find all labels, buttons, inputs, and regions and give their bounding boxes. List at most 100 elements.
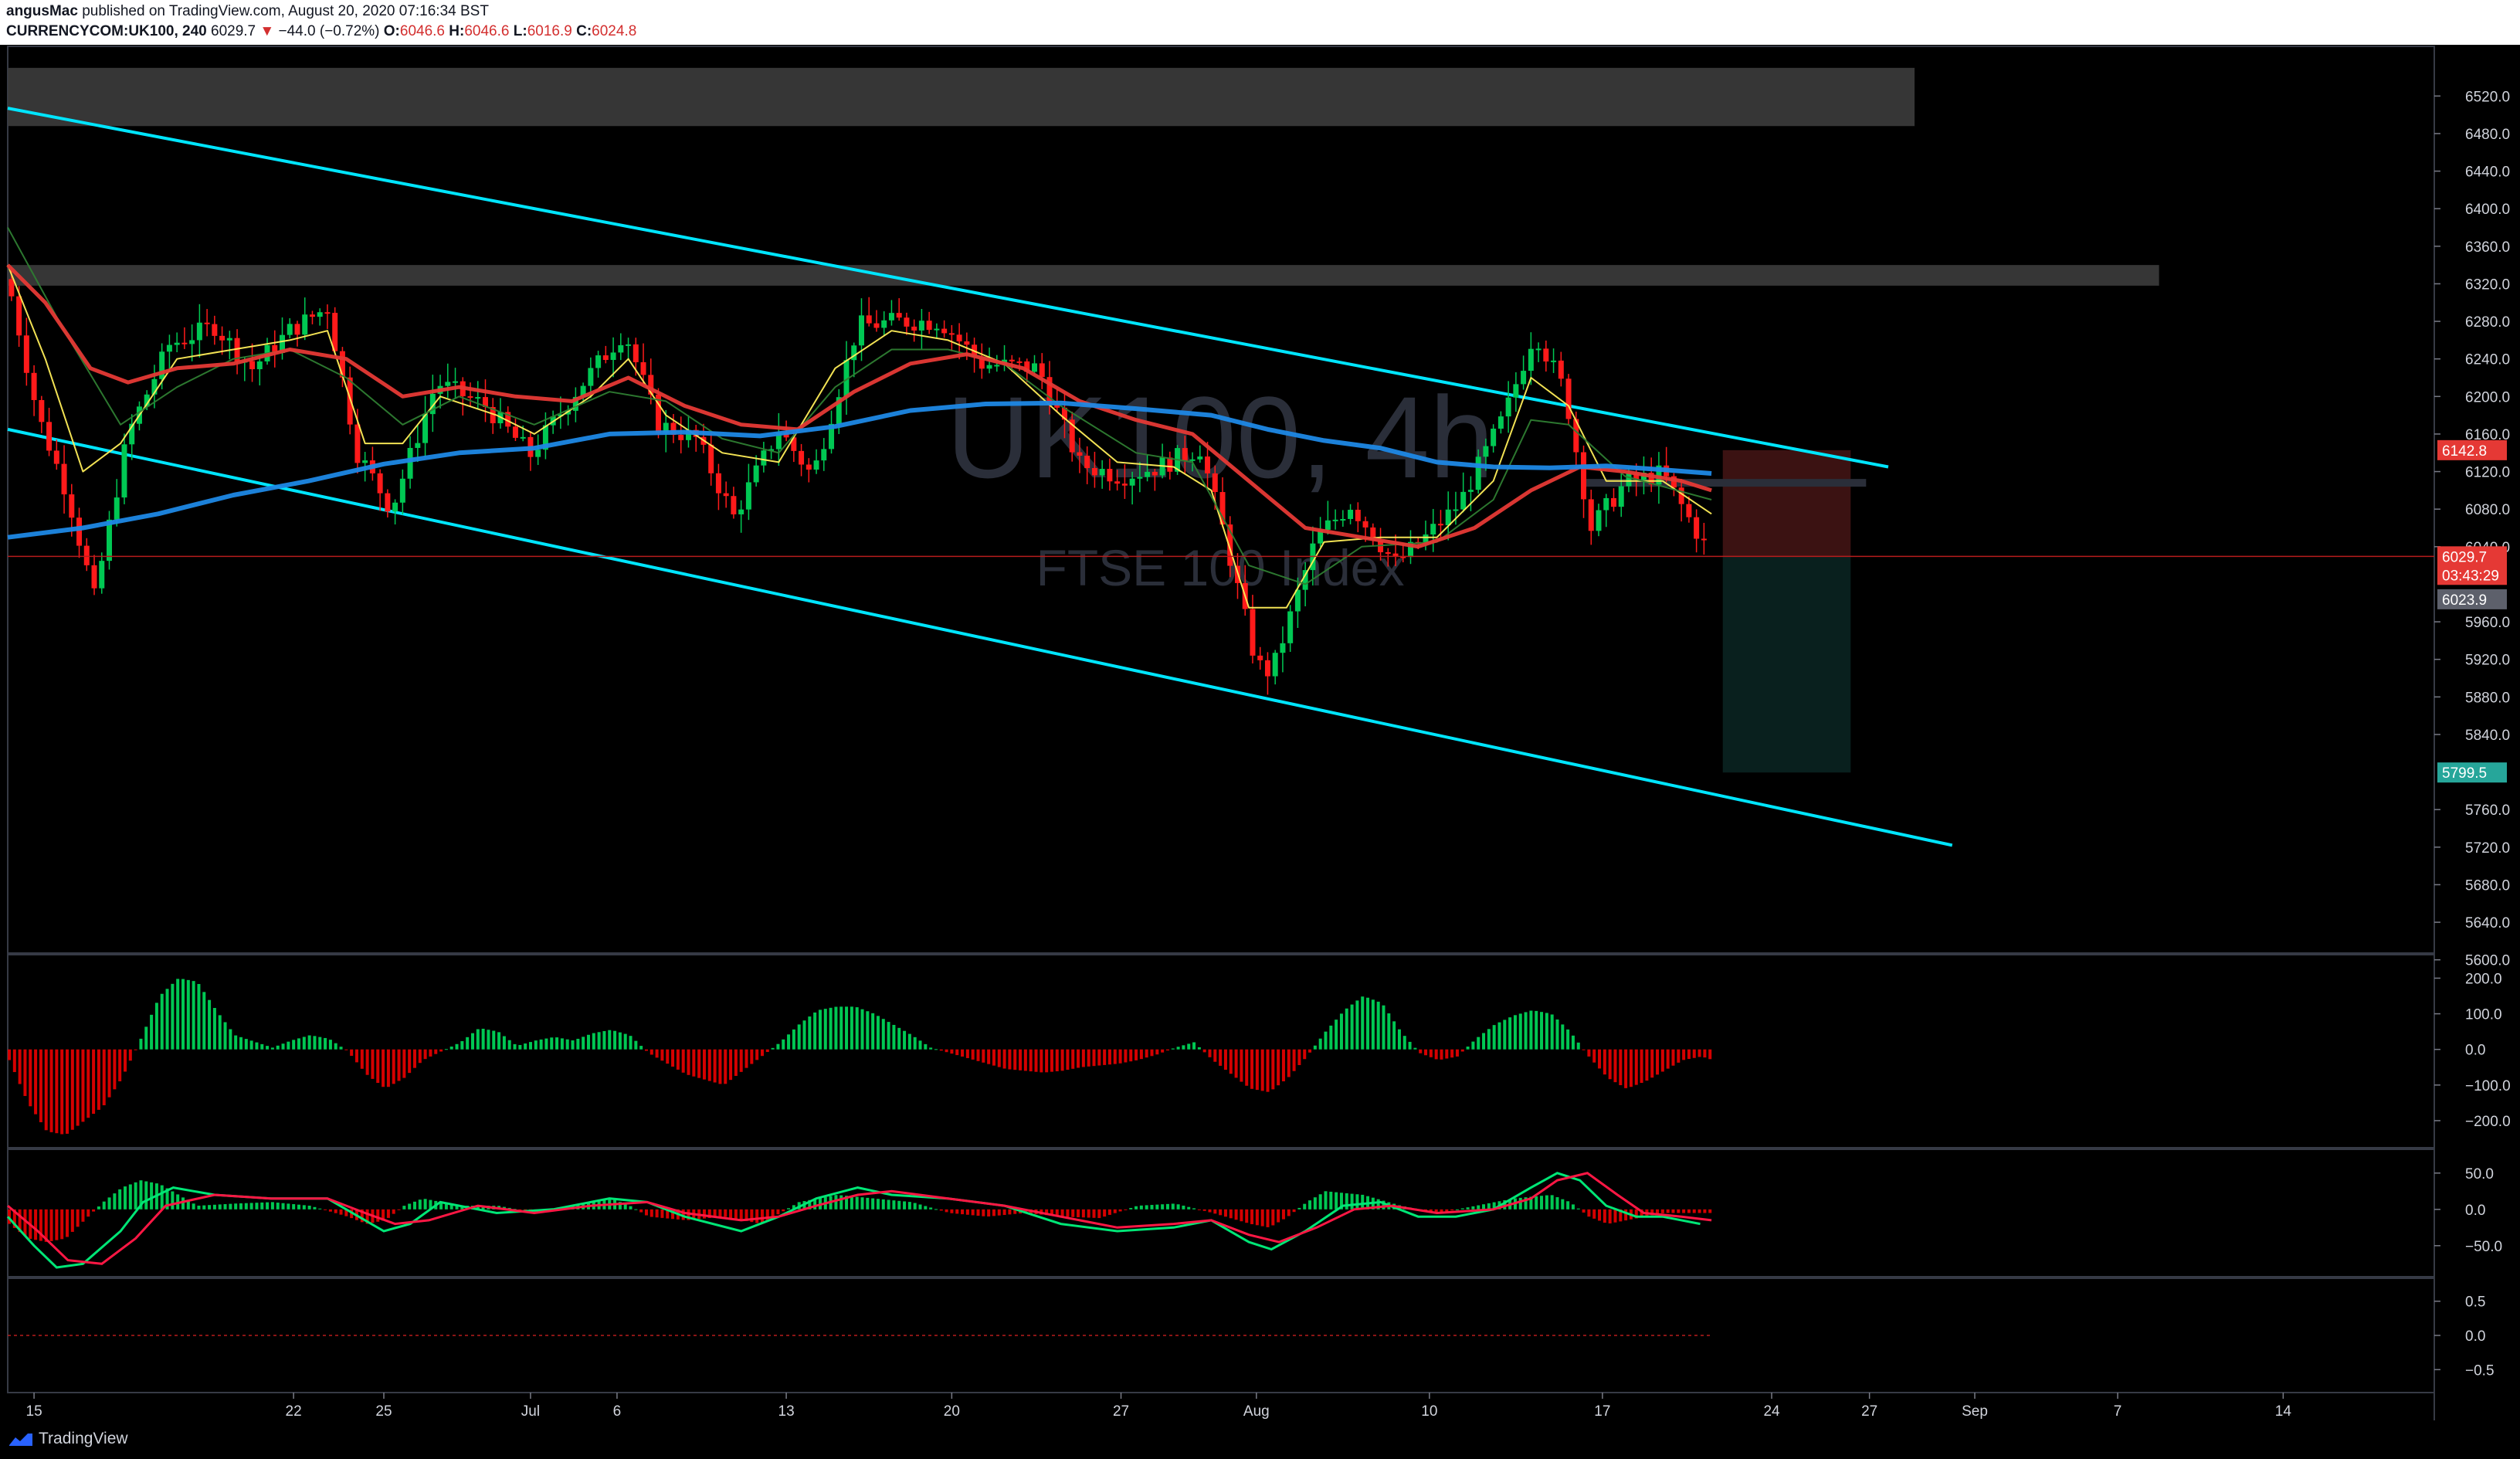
candle-down <box>1039 363 1045 378</box>
histogram-bar <box>239 1037 243 1050</box>
histogram-bar <box>434 1049 438 1054</box>
price-tick: 5840.0 <box>2465 728 2510 744</box>
histogram-bar <box>307 1206 311 1210</box>
candle-down <box>181 342 188 344</box>
histogram-bar <box>287 1203 290 1210</box>
histogram-bar <box>270 1047 274 1050</box>
histogram-bar <box>782 1039 785 1050</box>
histogram-bar <box>797 1024 801 1050</box>
histogram-bar <box>318 1208 322 1210</box>
histogram-bar <box>760 1049 764 1057</box>
candle-down <box>1182 448 1188 461</box>
candle-down <box>1362 521 1369 528</box>
histogram-bar <box>687 1049 690 1075</box>
histogram-bar <box>1576 1208 1580 1210</box>
histogram-bar <box>1471 1041 1475 1050</box>
histogram-bar <box>1545 1195 1548 1210</box>
histogram-bar <box>249 1040 253 1050</box>
candle-down <box>1212 473 1218 493</box>
candle-down <box>926 321 932 331</box>
time-tick-label: 7 <box>2114 1403 2122 1420</box>
price-change: −44.0 (−0.72%) <box>278 23 380 39</box>
histogram-bar <box>29 1049 32 1107</box>
histogram-bar <box>1176 1047 1180 1050</box>
candle-up <box>588 368 594 386</box>
candle-down <box>1558 360 1564 379</box>
histogram-bar <box>1150 1205 1154 1210</box>
time-axis[interactable]: 15 22 25 Jul 6 13 20 27 Aug 10 17 24 27 Sep 7 14 <box>26 1393 2292 1420</box>
candle-up <box>475 397 481 399</box>
candle-up <box>1528 348 1534 372</box>
histogram-bar <box>1540 1012 1544 1050</box>
histogram-bar <box>1619 1049 1623 1086</box>
histogram-bar <box>1145 1205 1148 1210</box>
histogram-bar <box>992 1209 995 1216</box>
histogram-bar <box>1139 1049 1143 1060</box>
histogram-bar <box>123 1186 127 1210</box>
time-tick-label: 20 <box>944 1403 960 1420</box>
candle-up <box>1287 611 1294 643</box>
histogram-bar <box>544 1038 548 1050</box>
histogram-bar <box>650 1049 653 1055</box>
histogram-bar <box>876 1199 880 1210</box>
histogram-bar <box>229 1029 232 1050</box>
histogram-bar <box>1445 1049 1449 1059</box>
symbol-label[interactable]: CURRENCYCOM:UK100, 240 <box>6 23 207 39</box>
histogram-bar <box>429 1049 432 1057</box>
histogram-bar <box>144 1181 148 1210</box>
price-axes[interactable]: 200.0 100.0 0.0 −100.0 −200.0 50.0 0.0 −50.0 0.5… <box>2434 89 2511 1379</box>
candle-up <box>881 320 887 328</box>
histogram-bar <box>86 1209 90 1217</box>
short-position-tool[interactable] <box>1583 450 1867 773</box>
chart-canvas[interactable]: UK100, 4h FTSE 100 Index 200.0100.00.0−1… <box>0 45 2520 1420</box>
histogram-bar <box>1587 1209 1591 1217</box>
histogram-bar <box>1624 1049 1628 1088</box>
histogram-bar <box>165 989 169 1050</box>
time-tick-label: 17 <box>1594 1403 1610 1420</box>
histogram-bar <box>1135 1206 1138 1210</box>
histogram-bar <box>992 1049 995 1066</box>
histogram-bar <box>1603 1209 1606 1223</box>
histogram-bar <box>1135 1049 1138 1060</box>
histogram-bar <box>1145 1049 1148 1058</box>
histogram-bar <box>1150 1049 1154 1057</box>
candle-up <box>256 361 263 370</box>
histogram-bar <box>697 1049 701 1078</box>
candle-down <box>16 296 22 336</box>
histogram-bar <box>1087 1049 1090 1067</box>
histogram-bar <box>328 1209 332 1212</box>
histogram-bar <box>487 1030 490 1050</box>
footer-brand[interactable]: TradingView <box>39 1430 128 1448</box>
candle-down <box>1114 481 1121 484</box>
histogram-bar <box>1277 1209 1280 1223</box>
time-tick-label: 14 <box>2275 1403 2292 1420</box>
histogram-bar <box>729 1209 733 1218</box>
histogram-bar <box>834 1195 838 1210</box>
histogram-bar <box>681 1049 685 1073</box>
histogram-bar <box>850 1006 853 1050</box>
histogram-bar <box>1129 1207 1133 1210</box>
candle-down <box>23 335 29 373</box>
histogram-bar <box>418 1199 422 1210</box>
histogram-bar <box>1682 1049 1686 1060</box>
pane-3-tick: −0.5 <box>2465 1362 2495 1379</box>
histogram-bar <box>302 1037 306 1050</box>
histogram-bar <box>1324 1031 1328 1050</box>
histogram-bar <box>539 1039 543 1050</box>
author-name[interactable]: angusMac <box>6 3 78 19</box>
candle-down <box>715 473 721 494</box>
histogram-bar <box>1223 1209 1227 1217</box>
histogram-bar <box>524 1043 527 1050</box>
histogram-bar <box>1571 1204 1575 1210</box>
price-tick: 6240.0 <box>2465 352 2510 368</box>
candle-down <box>1077 452 1083 456</box>
tradingview-logo-icon[interactable] <box>8 1431 34 1448</box>
histogram-bar <box>339 1047 343 1050</box>
histogram-bar <box>961 1049 965 1057</box>
candle-up <box>1332 519 1338 521</box>
histogram-bar <box>287 1041 290 1050</box>
histogram-bar <box>1671 1209 1675 1213</box>
candle-down <box>1107 469 1113 482</box>
time-tick-label: Sep <box>1962 1403 1988 1420</box>
histogram-bar <box>192 981 195 1050</box>
